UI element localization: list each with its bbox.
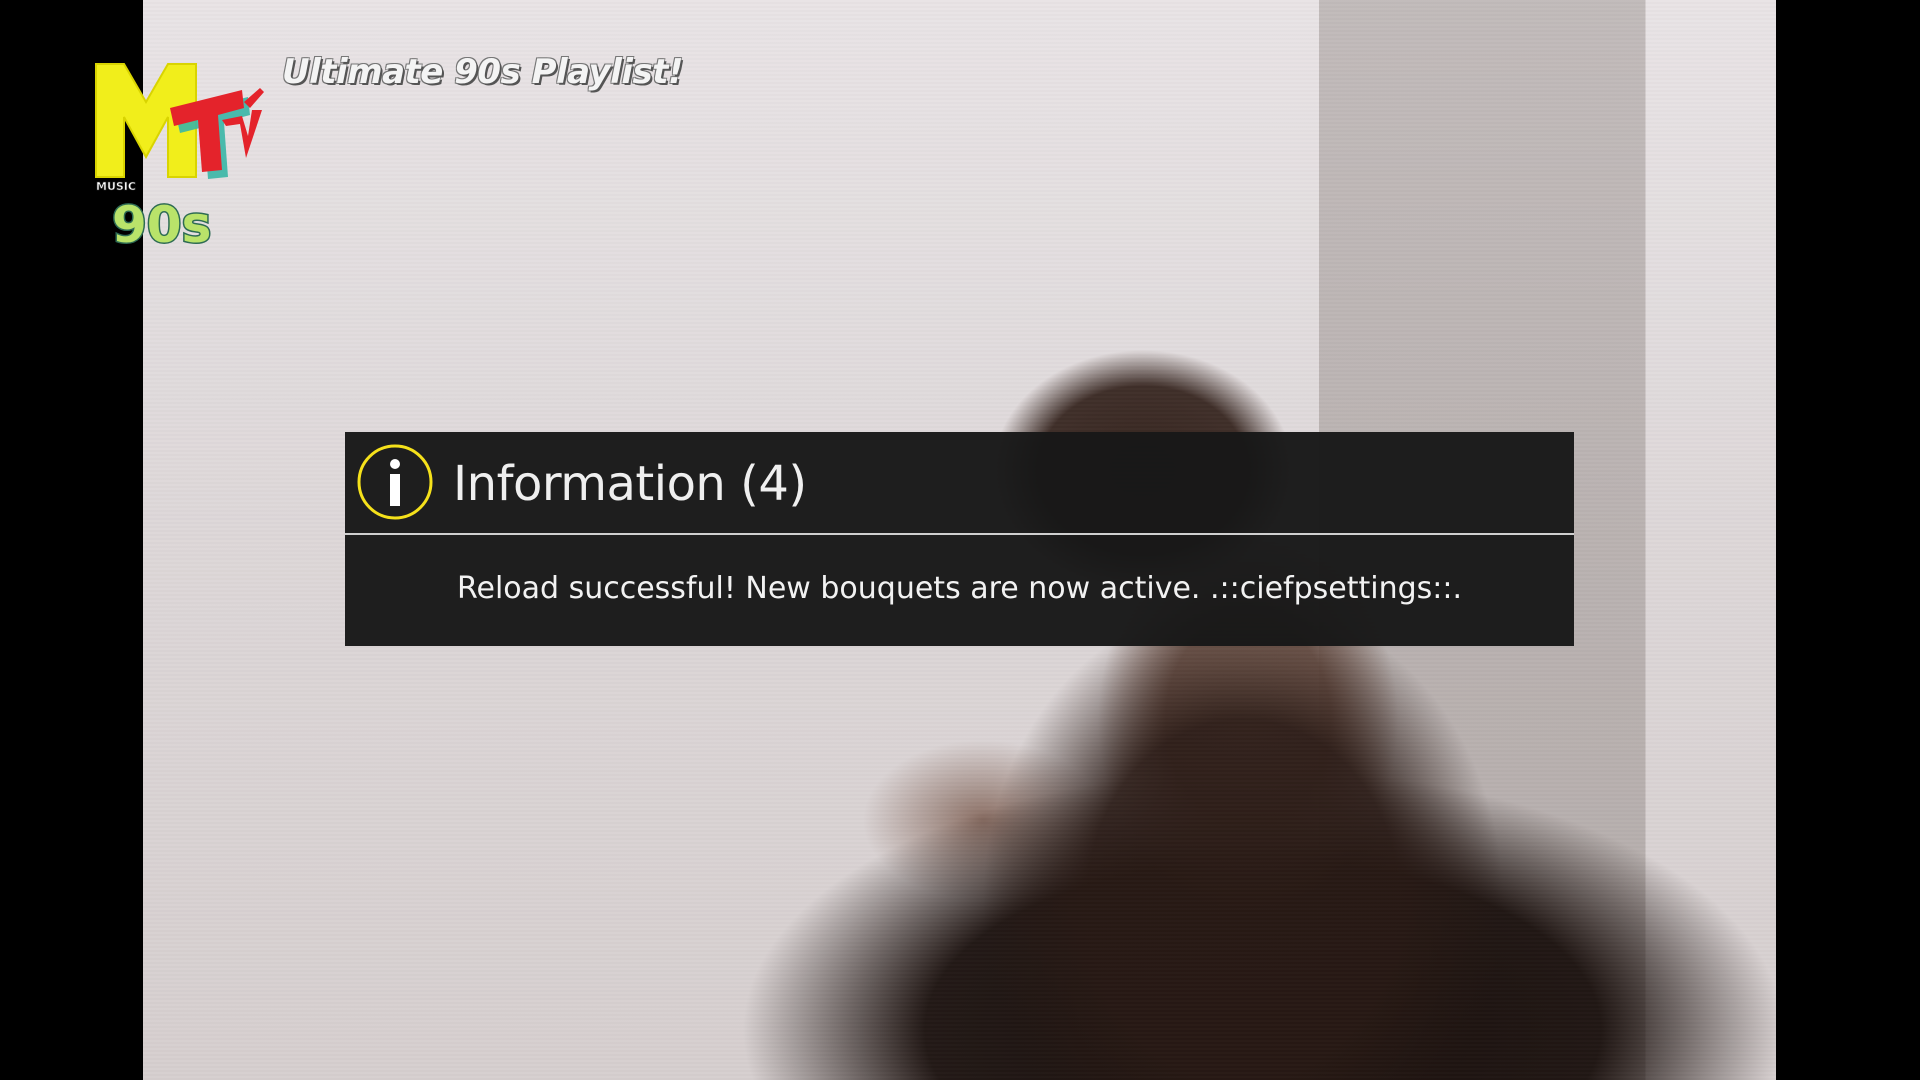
message-box-header: Information (4) — [345, 432, 1574, 535]
tv-screen: MUSIC 90s Ultimate 90s Playlist! Informa… — [0, 0, 1920, 1080]
program-title: Ultimate 90s Playlist! — [282, 52, 684, 92]
logo-music-label: MUSIC — [96, 180, 136, 193]
message-text: Reload successful! New bouquets are now … — [456, 571, 1463, 606]
logo-decade-label: 90s — [112, 196, 211, 252]
info-message-box[interactable]: Information (4) Reload successful! New b… — [345, 432, 1574, 646]
mtv-90s-logo: MUSIC 90s — [94, 62, 264, 256]
info-icon — [357, 444, 433, 520]
message-box-body: Reload successful! New bouquets are now … — [345, 535, 1574, 646]
message-box-title: Information (4) — [453, 456, 807, 512]
